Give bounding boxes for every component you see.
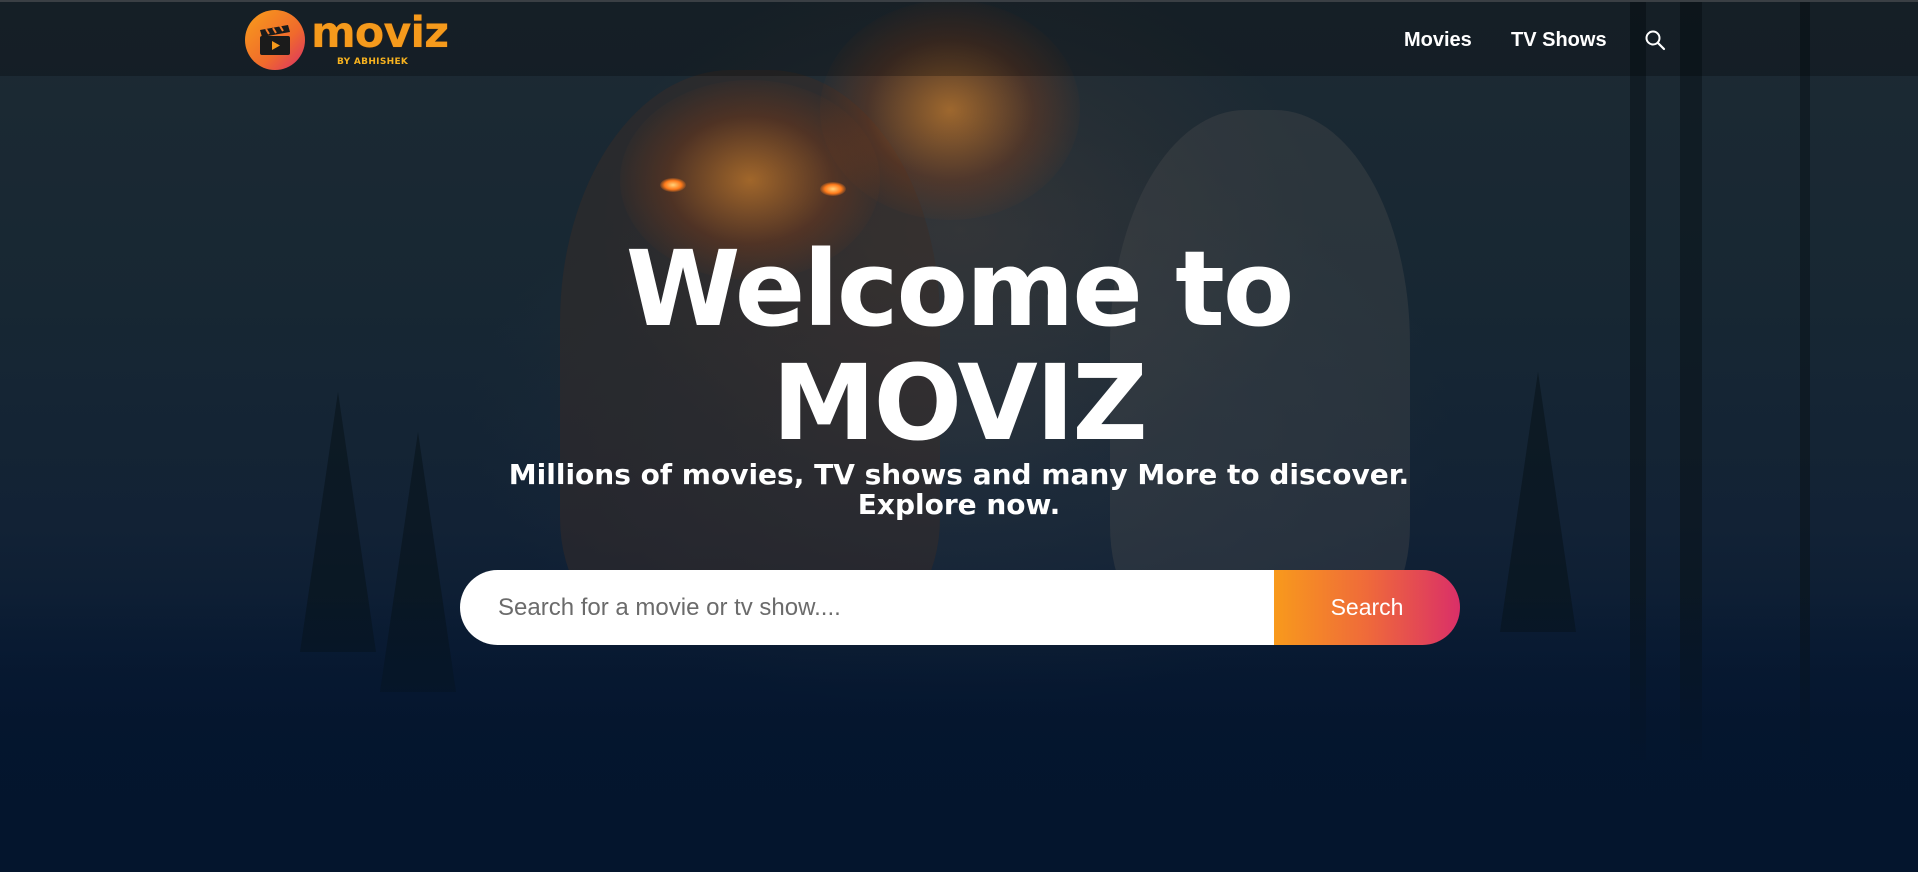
clapperboard-icon [245,10,305,70]
hero-title-line1: Welcome to [625,228,1295,350]
nav-movies-label: Movies [1404,28,1472,51]
search-input[interactable] [460,570,1274,645]
glowing-eye [660,178,686,192]
nav-tv-shows[interactable]: TV Shows [1511,2,1607,78]
site-header: moviz BY ABHISHEK Movies TV Shows [0,0,1918,76]
logo-wordmark: moviz [311,8,449,58]
search-icon[interactable] [1644,29,1666,51]
nav-movies[interactable]: Movies [1404,2,1472,78]
search-button[interactable]: Search [1274,570,1460,645]
site-logo[interactable]: moviz BY ABHISHEK [245,8,455,71]
logo-tagline: BY ABHISHEK [337,57,409,67]
nav-tv-shows-label: TV Shows [1511,28,1607,51]
hero-title: Welcome to MOVIZ [0,232,1918,460]
hero-subtitle: Millions of movies, TV shows and many Mo… [508,458,1410,521]
hero-search-bar: Search [460,570,1460,645]
glowing-eye [820,182,846,196]
hero-title-line2: MOVIZ [772,342,1148,464]
